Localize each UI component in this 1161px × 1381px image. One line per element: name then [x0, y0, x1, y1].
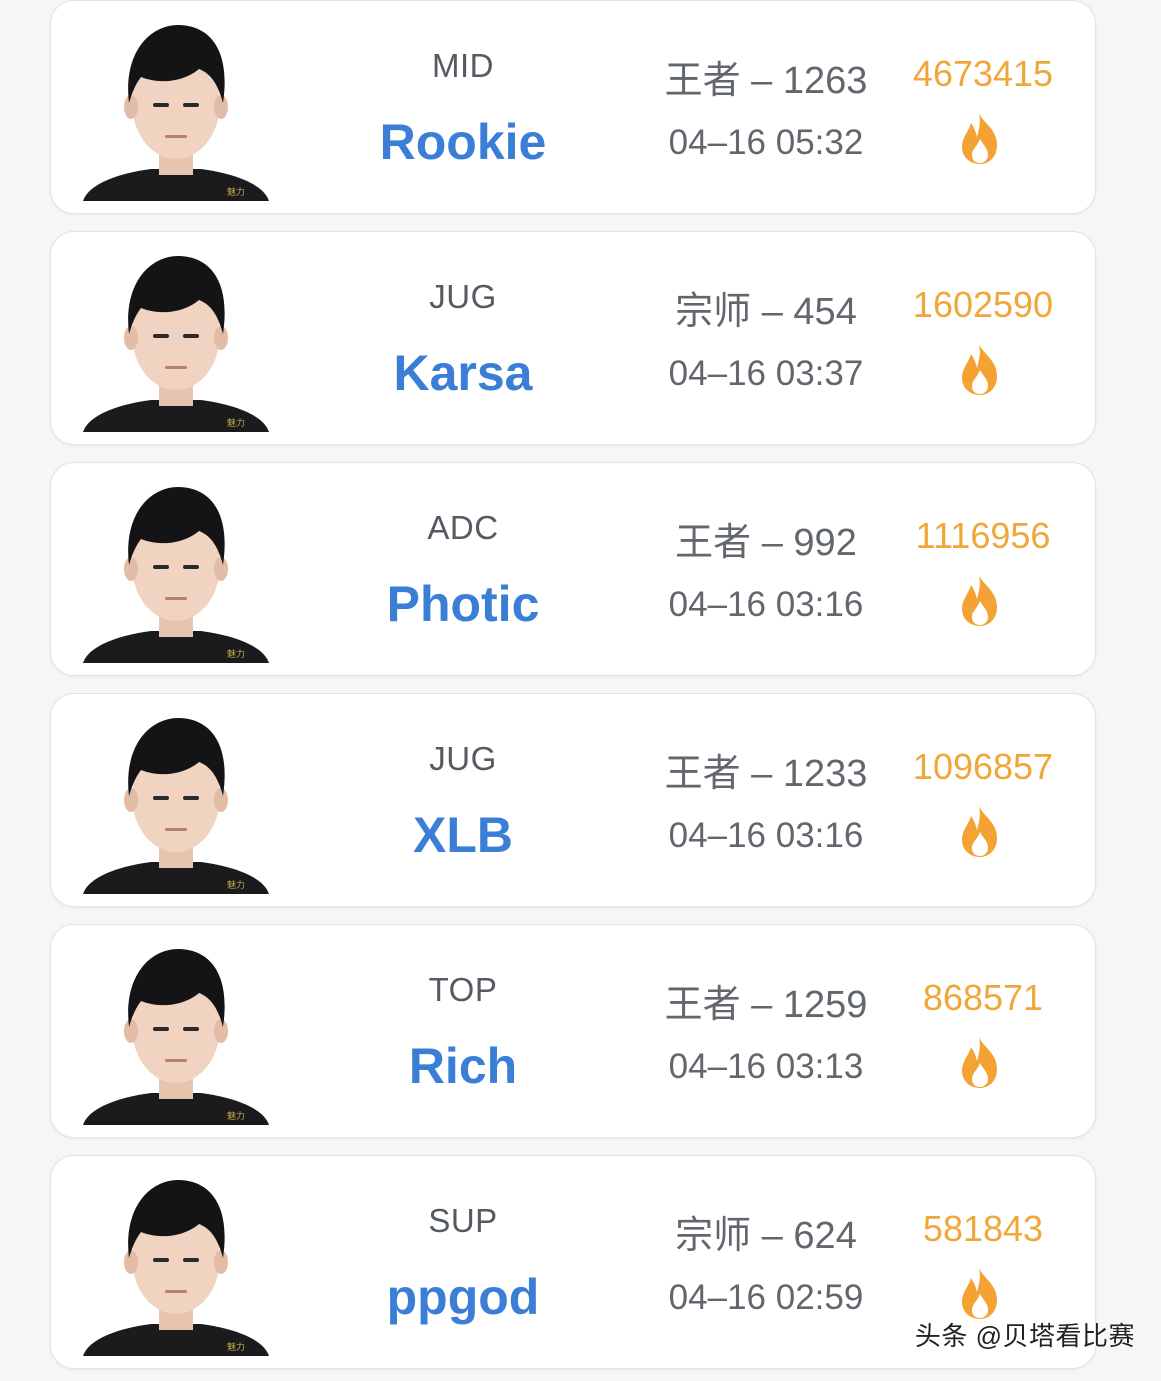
player-rank: 宗师 – 454	[675, 291, 857, 333]
player-score: 1096857	[912, 746, 1054, 787]
player-time: 04–16 03:16	[668, 816, 864, 855]
player-name[interactable]: Rich	[351, 1037, 575, 1095]
player-card[interactable]: 魅力 JUG XLB 王者 – 1233 04–16 03:16 1096857	[50, 693, 1096, 907]
player-avatar: 魅力	[81, 11, 271, 201]
player-name[interactable]: XLB	[351, 806, 575, 864]
svg-text:魅力: 魅力	[227, 417, 245, 429]
fire-icon	[962, 575, 997, 626]
player-card[interactable]: 魅力 MID Rookie 王者 – 1263 04–16 05:32 4673…	[50, 0, 1096, 214]
watermark: 头条 @贝塔看比赛	[914, 1321, 1135, 1351]
player-score: 1116956	[915, 515, 1051, 556]
player-name[interactable]: ppgod	[351, 1268, 575, 1326]
player-position: JUG	[429, 278, 497, 315]
fire-icon	[962, 1037, 997, 1088]
player-position: TOP	[428, 971, 498, 1008]
player-rank: 宗师 – 624	[675, 1215, 857, 1257]
player-rank: 王者 – 1263	[664, 60, 868, 102]
player-position: SUP	[428, 1202, 498, 1239]
fire-icon	[962, 113, 997, 164]
player-time: 04–16 03:16	[668, 585, 864, 624]
player-rank: 王者 – 1259	[664, 984, 868, 1026]
player-time: 04–16 03:13	[668, 1047, 864, 1086]
player-avatar: 魅力	[81, 935, 271, 1125]
svg-text:魅力: 魅力	[227, 186, 245, 198]
svg-text:魅力: 魅力	[227, 1110, 245, 1122]
player-avatar: 魅力	[81, 704, 271, 894]
fire-icon	[962, 344, 997, 395]
player-rank: 王者 – 1233	[664, 753, 868, 795]
player-time: 04–16 02:59	[668, 1278, 864, 1317]
player-score: 581843	[922, 1208, 1044, 1249]
player-position: JUG	[429, 740, 497, 777]
player-time: 04–16 03:37	[668, 354, 864, 393]
fire-icon	[962, 806, 997, 857]
player-position: MID	[432, 47, 494, 84]
player-name[interactable]: Photic	[351, 575, 575, 633]
svg-text:魅力: 魅力	[227, 648, 245, 660]
player-score: 868571	[922, 977, 1044, 1018]
player-name[interactable]: Rookie	[351, 113, 575, 171]
player-score: 1602590	[912, 284, 1054, 325]
svg-text:魅力: 魅力	[227, 879, 245, 891]
player-score: 4673415	[912, 53, 1054, 94]
player-avatar: 魅力	[81, 473, 271, 663]
svg-text:魅力: 魅力	[227, 1341, 245, 1353]
player-name[interactable]: Karsa	[351, 344, 575, 402]
player-card[interactable]: 魅力 TOP Rich 王者 – 1259 04–16 03:13 868571	[50, 924, 1096, 1138]
fire-icon	[962, 1268, 997, 1319]
player-card[interactable]: 魅力 ADC Photic 王者 – 992 04–16 03:16 11169…	[50, 462, 1096, 676]
player-time: 04–16 05:32	[668, 123, 864, 162]
player-position: ADC	[427, 509, 499, 546]
player-avatar: 魅力	[81, 242, 271, 432]
player-avatar: 魅力	[81, 1166, 271, 1356]
player-rank: 王者 – 992	[675, 522, 857, 564]
player-card[interactable]: 魅力 JUG Karsa 宗师 – 454 04–16 03:37 160259…	[50, 231, 1096, 445]
